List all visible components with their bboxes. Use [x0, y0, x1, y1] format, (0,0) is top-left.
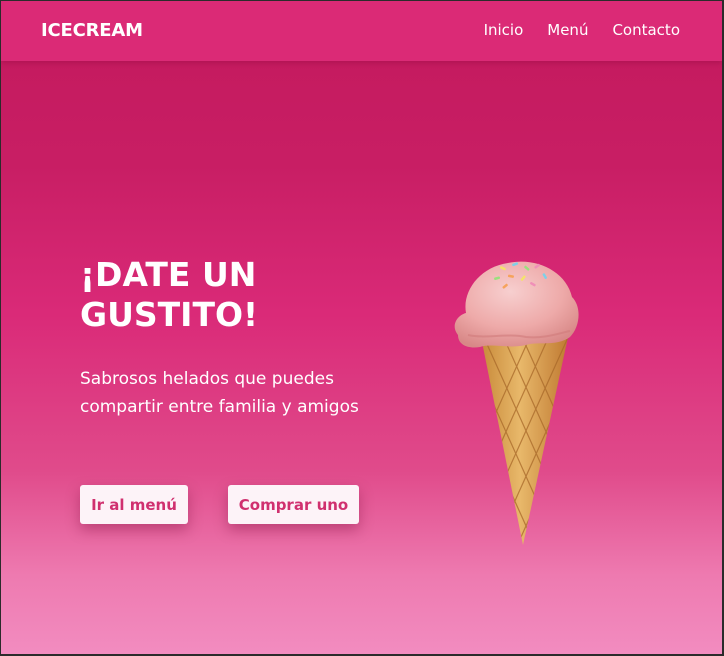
buy-one-button[interactable]: Comprar uno	[228, 485, 359, 524]
go-to-menu-button[interactable]: Ir al menú	[80, 485, 188, 524]
nav-link-menu[interactable]: Menú	[547, 21, 588, 39]
ice-cream-cone-image	[454, 261, 579, 545]
nav-link-contacto[interactable]: Contacto	[612, 21, 680, 39]
hero-subtitle: Sabrosos helados que puedes compartir en…	[80, 369, 359, 417]
nav-link-inicio[interactable]: Inicio	[484, 21, 524, 39]
navbar: ICECREAM Inicio Menú Contacto	[1, 1, 722, 61]
brand-logo[interactable]: ICECREAM	[41, 20, 143, 41]
nav-menu: Inicio Menú Contacto	[484, 21, 680, 39]
hero-title: ¡DATE UN GUSTITO!	[80, 255, 259, 334]
page: ICECREAM Inicio Menú Contacto ¡DATE UN G…	[1, 1, 722, 654]
